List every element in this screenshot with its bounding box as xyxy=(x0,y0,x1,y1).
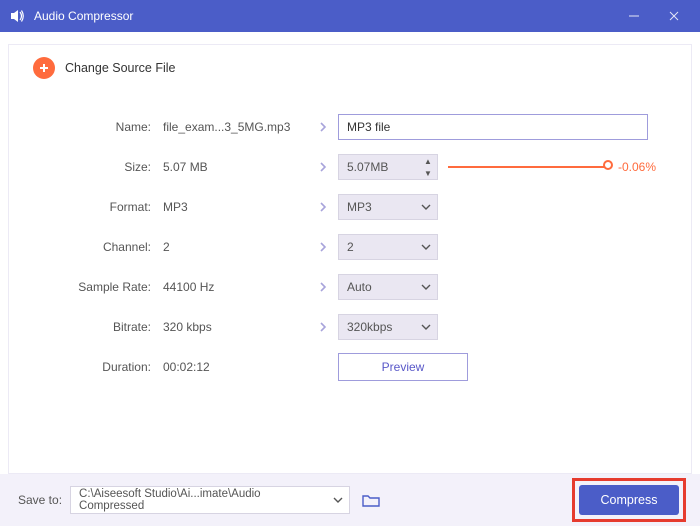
size-delta: -0.06% xyxy=(618,160,656,174)
target-channel-select[interactable]: 2 xyxy=(338,234,438,260)
source-name: file_exam...3_5MG.mp3 xyxy=(163,120,308,134)
row-duration: Duration: 00:02:12 Preview xyxy=(33,347,667,387)
arrow-icon xyxy=(308,201,338,213)
save-path-select[interactable]: C:\Aiseesoft Studio\Ai...imate\Audio Com… xyxy=(70,486,350,514)
preview-button[interactable]: Preview xyxy=(338,353,468,381)
target-sample-rate-value: Auto xyxy=(347,280,372,294)
chevron-down-icon xyxy=(421,275,431,299)
footer-bar: Save to: C:\Aiseesoft Studio\Ai...imate\… xyxy=(0,474,700,526)
target-channel-value: 2 xyxy=(347,240,354,254)
row-size: Size: 5.07 MB 5.07MB ▲ ▼ -0.06% xyxy=(33,147,667,187)
arrow-icon xyxy=(308,281,338,293)
open-folder-button[interactable] xyxy=(360,489,382,511)
compress-button[interactable]: Compress xyxy=(579,485,679,515)
chevron-down-icon xyxy=(333,487,343,513)
close-button[interactable] xyxy=(654,0,694,32)
save-to-label: Save to: xyxy=(18,493,62,507)
title-bar: Audio Compressor xyxy=(0,0,700,32)
row-bitrate: Bitrate: 320 kbps 320kbps xyxy=(33,307,667,347)
spinner-up-icon[interactable]: ▲ xyxy=(419,155,437,167)
chevron-down-icon xyxy=(421,195,431,219)
arrow-icon xyxy=(308,121,338,133)
source-bitrate: 320 kbps xyxy=(163,320,308,334)
compress-highlight: Compress xyxy=(572,478,686,522)
target-sample-rate-select[interactable]: Auto xyxy=(338,274,438,300)
size-slider[interactable] xyxy=(448,166,608,168)
source-channel: 2 xyxy=(163,240,308,254)
row-channel: Channel: 2 2 xyxy=(33,227,667,267)
size-slider-thumb[interactable] xyxy=(603,160,613,170)
settings-card: Change Source File Name: file_exam...3_5… xyxy=(8,44,692,474)
preview-label: Preview xyxy=(382,360,425,374)
label-format: Format: xyxy=(33,200,163,214)
save-path-value: C:\Aiseesoft Studio\Ai...imate\Audio Com… xyxy=(79,488,325,512)
label-size: Size: xyxy=(33,160,163,174)
label-name: Name: xyxy=(33,120,163,134)
source-format: MP3 xyxy=(163,200,308,214)
target-format-value: MP3 xyxy=(347,200,372,214)
change-source-row: Change Source File xyxy=(33,57,667,79)
target-format-select[interactable]: MP3 xyxy=(338,194,438,220)
label-bitrate: Bitrate: xyxy=(33,320,163,334)
arrow-icon xyxy=(308,161,338,173)
app-icon xyxy=(10,8,26,24)
chevron-down-icon xyxy=(421,315,431,339)
target-bitrate-select[interactable]: 320kbps xyxy=(338,314,438,340)
label-channel: Channel: xyxy=(33,240,163,254)
window-title: Audio Compressor xyxy=(34,9,614,23)
change-source-button[interactable] xyxy=(33,57,55,79)
label-duration: Duration: xyxy=(33,360,163,374)
spinner-down-icon[interactable]: ▼ xyxy=(419,167,437,179)
arrow-icon xyxy=(308,241,338,253)
target-bitrate-value: 320kbps xyxy=(347,320,392,334)
row-sample-rate: Sample Rate: 44100 Hz Auto xyxy=(33,267,667,307)
arrow-icon xyxy=(308,321,338,333)
row-format: Format: MP3 MP3 xyxy=(33,187,667,227)
minimize-button[interactable] xyxy=(614,0,654,32)
source-sample-rate: 44100 Hz xyxy=(163,280,308,294)
main-area: Change Source File Name: file_exam...3_5… xyxy=(0,32,700,474)
source-duration: 00:02:12 xyxy=(163,360,308,374)
label-sample-rate: Sample Rate: xyxy=(33,280,163,294)
source-size: 5.07 MB xyxy=(163,160,308,174)
compress-label: Compress xyxy=(601,493,658,507)
row-name: Name: file_exam...3_5MG.mp3 xyxy=(33,107,667,147)
target-size-spinner[interactable]: 5.07MB ▲ ▼ xyxy=(338,154,438,180)
target-name-input[interactable] xyxy=(338,114,648,140)
target-size-value: 5.07MB xyxy=(347,160,388,174)
chevron-down-icon xyxy=(421,235,431,259)
change-source-label: Change Source File xyxy=(65,61,175,75)
